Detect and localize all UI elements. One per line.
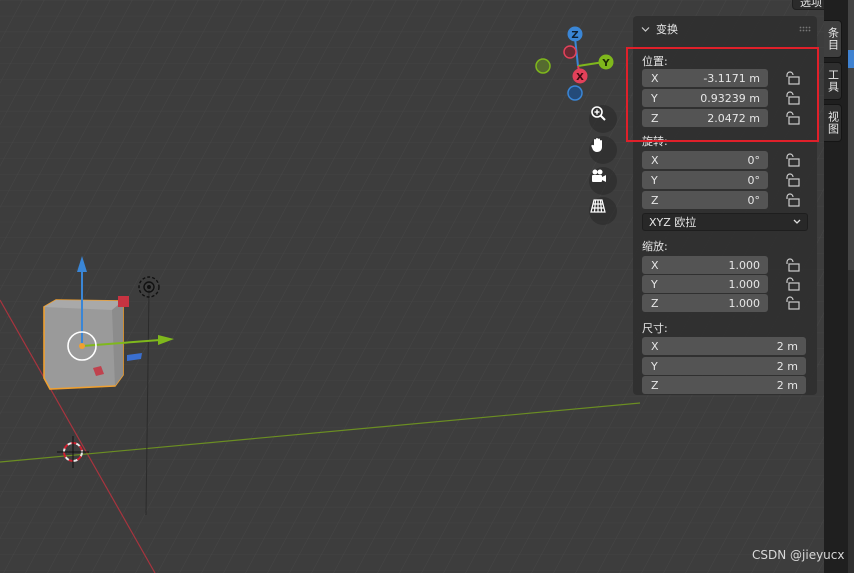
scrollbar-indicator	[848, 50, 854, 68]
scale-label: 缩放:	[642, 240, 668, 253]
field-value: 0°	[747, 173, 761, 187]
field-value: 1.000	[728, 296, 761, 310]
axis-neg-y-ball	[535, 58, 551, 74]
dimension-x-field[interactable]: X 2 m	[642, 337, 806, 355]
transform-panel-header[interactable]: 变换	[633, 18, 817, 40]
tabs-scrollbar[interactable]	[848, 0, 854, 573]
tab-item[interactable]: 条目	[824, 20, 842, 58]
tab-tool[interactable]: 工具	[824, 62, 842, 100]
panel-title: 变换	[656, 23, 678, 36]
chevron-down-icon	[793, 219, 801, 224]
scale-y-field[interactable]: Y 1.000	[642, 275, 768, 293]
collapse-chevron-icon	[641, 26, 650, 32]
field-value: 0°	[747, 153, 761, 167]
axis-label: X	[651, 153, 659, 167]
field-value: 1.000	[728, 258, 761, 272]
axis-label: Y	[651, 277, 658, 291]
field-value: 0°	[747, 193, 761, 207]
axis-x-label: X	[576, 72, 584, 83]
ortho-toggle-button[interactable]	[589, 197, 617, 225]
rotation-y-field[interactable]: Y 0°	[642, 171, 768, 189]
sidebar-tabs: 条目 工具 视图	[824, 0, 854, 573]
axis-y-label: Y	[601, 58, 610, 69]
axis-label: Z	[651, 193, 659, 207]
axis-z-label: Z	[571, 30, 578, 41]
axis-neg-z-ball	[567, 85, 583, 101]
scrollbar-thumb[interactable]	[848, 0, 854, 270]
axis-label: Z	[651, 296, 659, 310]
rotation-x-field[interactable]: X 0°	[642, 151, 768, 169]
axis-neg-x-ball	[563, 45, 577, 59]
axis-label: X	[651, 339, 659, 353]
field-value: 2 m	[776, 378, 798, 392]
unlock-icon[interactable]	[784, 173, 800, 187]
axis-label: Y	[651, 359, 658, 373]
scale-z-field[interactable]: Z 1.000	[642, 294, 768, 312]
options-label: 选项	[800, 0, 822, 9]
field-value: 2 m	[776, 359, 798, 373]
drag-grip-icon[interactable]	[799, 26, 811, 32]
ortho-grid-icon	[590, 199, 606, 213]
unlock-icon[interactable]	[784, 258, 800, 272]
axis-label: Y	[651, 173, 658, 187]
unlock-icon[interactable]	[784, 277, 800, 291]
unlock-icon[interactable]	[784, 296, 800, 310]
dimension-z-field[interactable]: Z 2 m	[642, 376, 806, 394]
dimensions-label: 尺寸:	[642, 322, 668, 335]
zoom-button[interactable]	[589, 105, 617, 133]
watermark: CSDN @jieyucx	[752, 548, 845, 562]
axis-label: Z	[651, 378, 659, 392]
highlight-box	[626, 47, 819, 142]
scale-x-field[interactable]: X 1.000	[642, 256, 768, 274]
rotation-mode-value: XYZ 欧拉	[649, 216, 697, 229]
unlock-icon[interactable]	[784, 193, 800, 207]
unlock-icon[interactable]	[784, 153, 800, 167]
dimension-y-field[interactable]: Y 2 m	[642, 357, 806, 375]
rotation-z-field[interactable]: Z 0°	[642, 191, 768, 209]
tab-view[interactable]: 视图	[824, 104, 842, 142]
camera-view-button[interactable]	[589, 167, 617, 195]
axis-label: X	[651, 258, 659, 272]
field-value: 1.000	[728, 277, 761, 291]
rotation-mode-select[interactable]: XYZ 欧拉	[642, 213, 808, 231]
hand-pan-icon	[591, 138, 602, 152]
pan-button[interactable]	[589, 136, 617, 164]
field-value: 2 m	[776, 339, 798, 353]
camera-icon	[592, 169, 606, 182]
zoom-icon	[591, 106, 606, 121]
